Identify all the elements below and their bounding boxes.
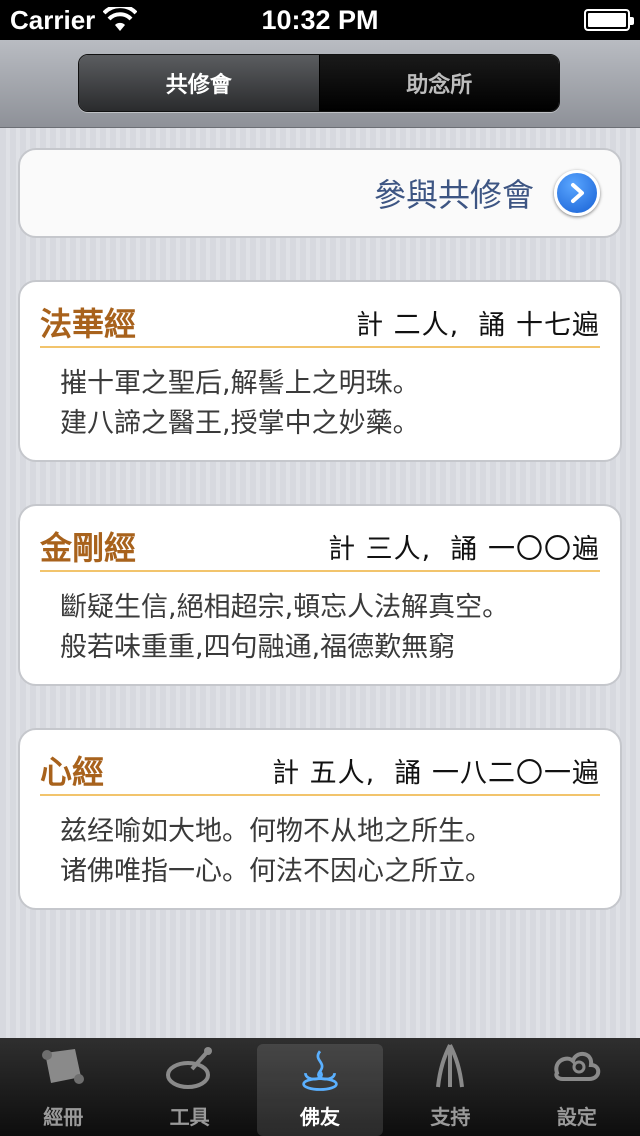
verse-line: 诸佛唯指一心。何法不因心之所立。 [60, 856, 492, 887]
cloud-settings-icon [554, 1052, 601, 1081]
card-header: 心經 計 五人, 誦 一八二〇一遍 [40, 746, 600, 796]
segment-community-practice[interactable]: 共修會 [79, 55, 319, 111]
tab-label: 設定 [556, 1105, 597, 1129]
verse-line: 般若味重重,四句融通,福德歎無窮 [60, 632, 456, 663]
tab-support[interactable]: 支持 [387, 1038, 513, 1136]
lotus-icon [302, 1050, 338, 1091]
sutra-verse: 兹经喻如大地。何物不从地之所生。 诸佛唯指一心。何法不因心之所立。 [60, 812, 600, 892]
tab-settings[interactable]: 設定 [514, 1038, 640, 1136]
tab-label: 工具 [169, 1105, 210, 1129]
status-bar: Carrier 10:32 PM [0, 0, 640, 40]
nav-bar: 共修會 助念所 [0, 40, 640, 128]
clock: 10:32 PM [261, 4, 379, 35]
join-practice-label: 參與共修會 [373, 176, 534, 214]
chevron-right-icon[interactable] [554, 170, 600, 216]
sutra-title: 心經 [40, 753, 105, 791]
sutra-card-diamond[interactable]: 金剛經 計 三人, 誦 一〇〇遍 斷疑生信,絕相超宗,頓忘人法解真空。 般若味重… [18, 504, 622, 686]
sutra-title: 法華經 [40, 305, 137, 343]
tab-bar: 經冊 工具 佛友 支持 設定 [0, 1038, 640, 1136]
verse-line: 斷疑生信,絕相超宗,頓忘人法解真空。 [60, 592, 510, 623]
sutra-verse: 摧十軍之聖后,解髻上之明珠。 建八諦之醫王,授掌中之妙藥。 [60, 364, 600, 444]
content-area: 參與共修會 法華經 計 二人, 誦 十七遍 摧十軍之聖后,解髻上之明珠。 建八諦… [0, 128, 640, 1038]
scroll-icon [42, 1049, 85, 1084]
sutra-card-heart[interactable]: 心經 計 五人, 誦 一八二〇一遍 兹经喻如大地。何物不从地之所生。 诸佛唯指一… [18, 728, 622, 910]
segment-chanting-place[interactable]: 助念所 [319, 55, 559, 111]
sutra-card-lotus[interactable]: 法華經 計 二人, 誦 十七遍 摧十軍之聖后,解髻上之明珠。 建八諦之醫王,授掌… [18, 280, 622, 462]
join-practice-row[interactable]: 參與共修會 [18, 148, 622, 238]
tab-label: 經冊 [43, 1105, 84, 1129]
tab-buddy[interactable]: 佛友 [256, 1044, 384, 1136]
verse-line: 摧十軍之聖后,解髻上之明珠。 [60, 368, 420, 399]
tab-sutras[interactable]: 經冊 [0, 1038, 126, 1136]
verse-line: 兹经喻如大地。何物不从地之所生。 [60, 816, 492, 847]
sutra-stats: 計 三人, 誦 一〇〇遍 [328, 533, 600, 565]
sutra-title: 金剛經 [40, 529, 137, 567]
segmented-control: 共修會 助念所 [78, 54, 560, 112]
sutra-stats: 計 二人, 誦 十七遍 [356, 309, 600, 341]
tab-label: 支持 [430, 1105, 471, 1129]
sutra-stats: 計 五人, 誦 一八二〇一遍 [272, 757, 600, 789]
bell-tool-icon [165, 1047, 212, 1089]
card-header: 法華經 計 二人, 誦 十七遍 [40, 298, 600, 348]
sutra-verse: 斷疑生信,絕相超宗,頓忘人法解真空。 般若味重重,四句融通,福德歎無窮 [60, 588, 600, 668]
tab-tools[interactable]: 工具 [126, 1038, 252, 1136]
tab-label: 佛友 [300, 1105, 341, 1129]
praying-hands-icon [436, 1044, 465, 1088]
verse-line: 建八諦之醫王,授掌中之妙藥。 [60, 408, 420, 439]
battery-icon [584, 9, 634, 31]
card-header: 金剛經 計 三人, 誦 一〇〇遍 [40, 522, 600, 572]
